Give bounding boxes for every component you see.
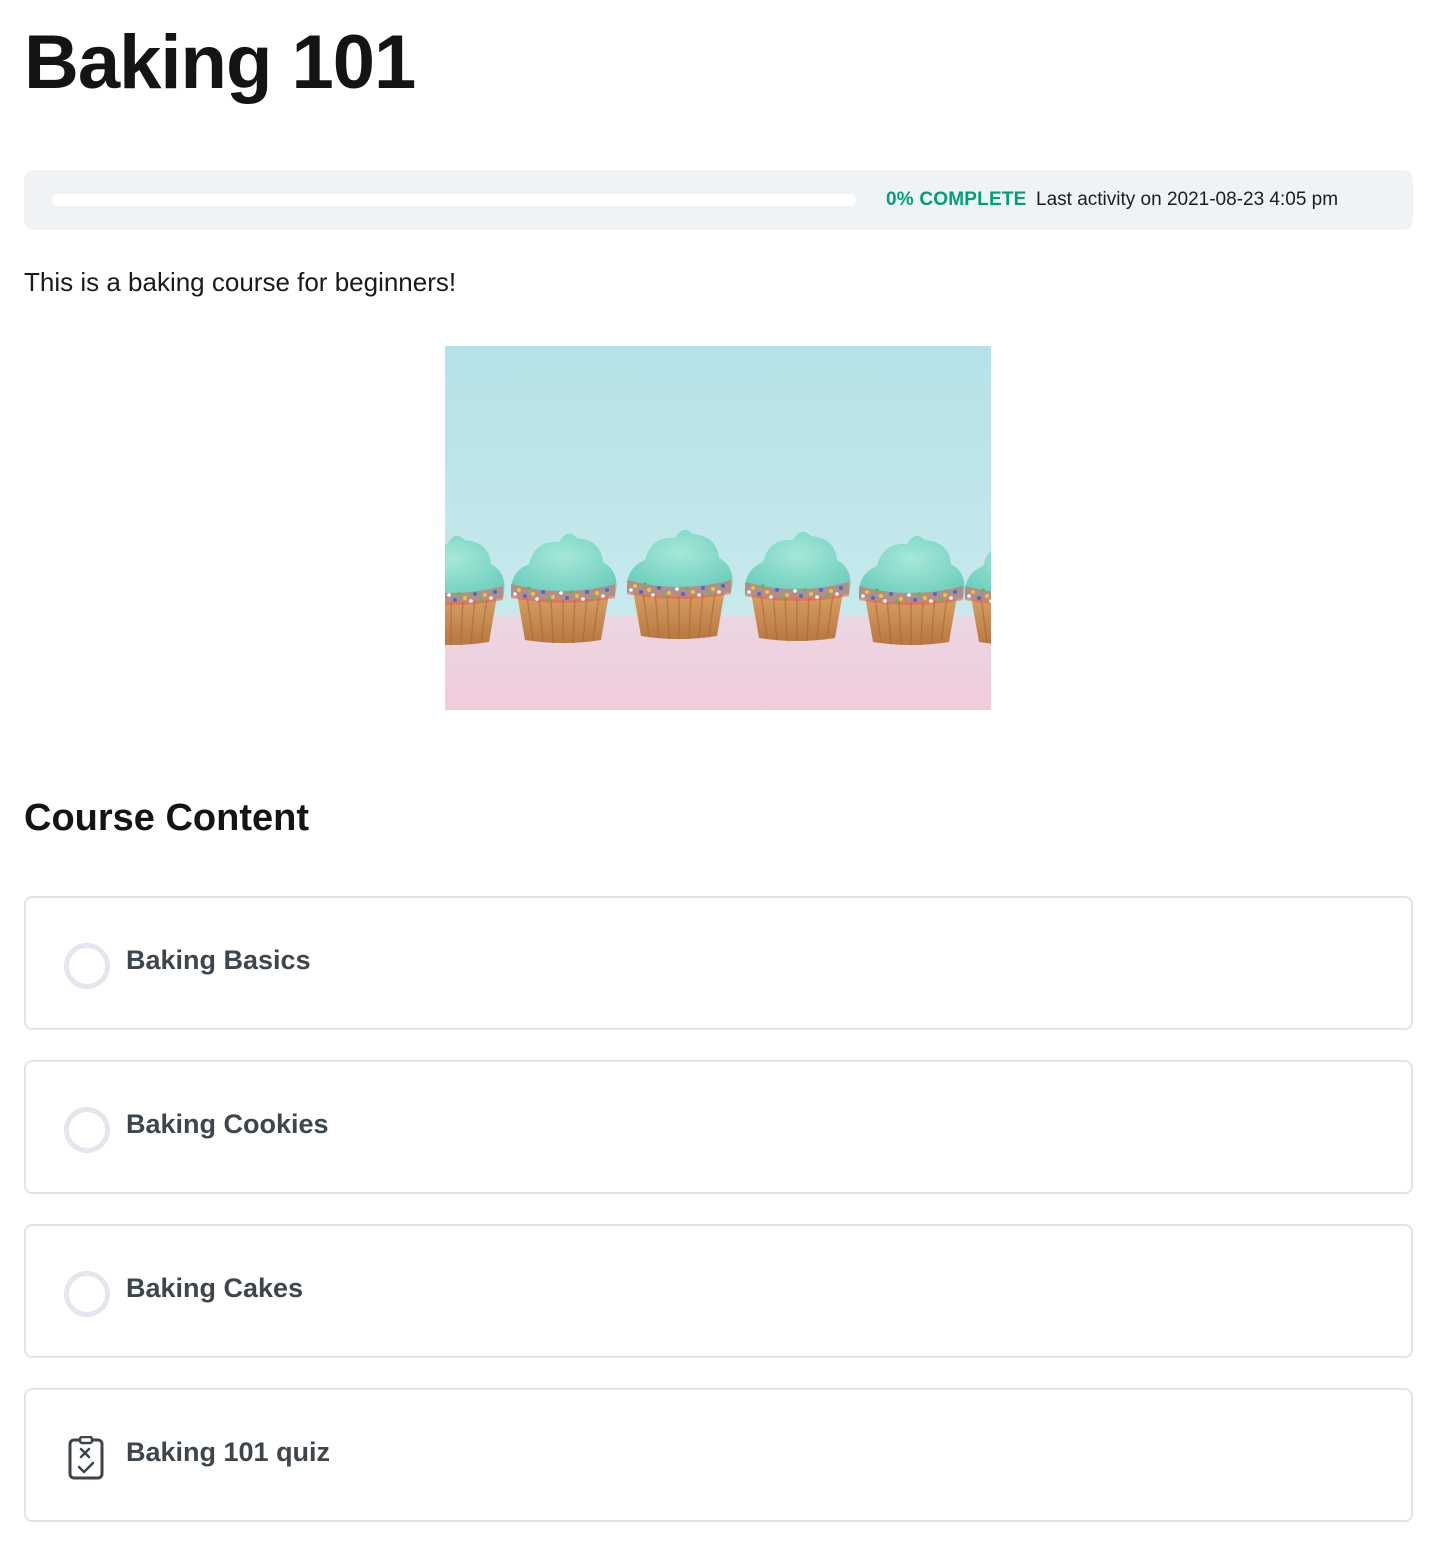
content-item-title: Baking 101 quiz (126, 1437, 331, 1467)
quiz-icon (68, 1436, 104, 1480)
content-item-title: Baking Basics (126, 945, 311, 975)
progress-bar (52, 194, 856, 206)
course-progress-panel: 0% COMPLETE Last activity on 2021-08-23 … (24, 170, 1413, 230)
course-cover-image (445, 346, 991, 710)
content-item-baking-101-quiz[interactable]: Baking 101 quiz (24, 1388, 1413, 1522)
progress-percent-label: 0% COMPLETE (886, 189, 1027, 210)
content-item-baking-cakes[interactable]: Baking Cakes (24, 1224, 1413, 1358)
content-item-title: Baking Cakes (126, 1273, 304, 1303)
course-title: Baking 101 (24, 20, 416, 105)
course-description: This is a baking course for beginners! (24, 267, 457, 297)
empty-circle-icon (64, 943, 110, 989)
content-item-baking-basics[interactable]: Baking Basics (24, 896, 1413, 1030)
content-item-title: Baking Cookies (126, 1109, 329, 1139)
last-activity-text: Last activity on 2021-08-23 4:05 pm (1036, 189, 1339, 210)
empty-circle-icon (64, 1107, 110, 1153)
empty-circle-icon (64, 1271, 110, 1317)
content-item-baking-cookies[interactable]: Baking Cookies (24, 1060, 1413, 1194)
course-content-heading: Course Content (24, 797, 309, 839)
